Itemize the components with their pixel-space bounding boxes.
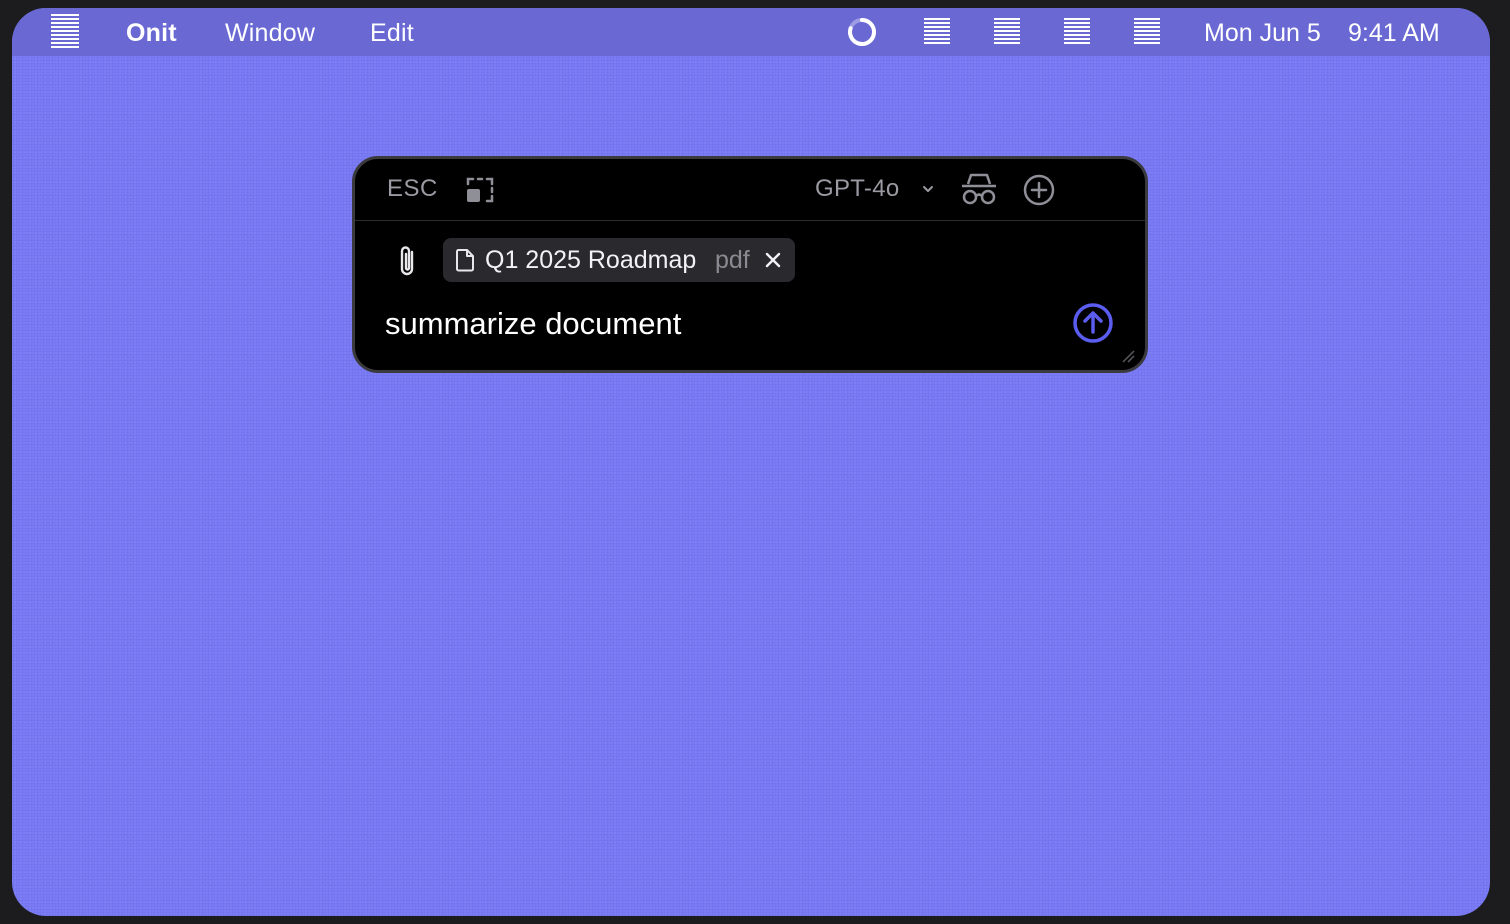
esc-button[interactable]: ESC — [387, 175, 438, 203]
chevron-down-icon[interactable] — [922, 179, 934, 199]
attachment-chip[interactable]: Q1 2025 Roadmap pdf — [443, 238, 795, 282]
document-icon — [456, 249, 474, 272]
panel-toolbar: ESC GPT-4o — [355, 159, 1145, 221]
menu-window[interactable]: Window — [225, 19, 315, 48]
status-item-icon[interactable] — [994, 17, 1020, 47]
model-selector[interactable]: GPT-4o — [815, 175, 900, 203]
resize-handle-icon[interactable] — [1121, 349, 1135, 363]
app-menu[interactable]: Onit — [126, 19, 177, 48]
paperclip-icon[interactable] — [393, 243, 423, 281]
screen-capture-icon[interactable] — [465, 175, 495, 205]
menu-bar-time[interactable]: 9:41 AM — [1348, 19, 1440, 48]
send-button[interactable] — [1072, 302, 1114, 344]
new-chat-plus-icon[interactable] — [1022, 173, 1056, 207]
apple-menu-icon[interactable] — [50, 13, 80, 51]
prompt-panel: ESC GPT-4o Q1 2025 Roadmap pdf summarize… — [352, 156, 1148, 373]
status-item-icon[interactable] — [1134, 17, 1160, 47]
menu-bar: Onit Window Edit Mon Jun 5 9:41 AM — [12, 8, 1490, 56]
attachment-name: Q1 2025 Roadmap — [485, 246, 697, 274]
prompt-input[interactable]: summarize document — [385, 306, 681, 342]
menu-edit[interactable]: Edit — [370, 19, 414, 48]
status-item-icon[interactable] — [1064, 17, 1090, 47]
menu-bar-date[interactable]: Mon Jun 5 — [1204, 19, 1321, 48]
status-item-icon[interactable] — [924, 17, 950, 47]
desktop: Onit Window Edit Mon Jun 5 9:41 AM ESC G… — [12, 8, 1490, 916]
remove-attachment-icon[interactable] — [763, 250, 783, 270]
incognito-icon[interactable] — [960, 172, 998, 206]
attachment-extension: pdf — [715, 246, 750, 274]
loading-spinner-icon[interactable] — [846, 16, 878, 48]
